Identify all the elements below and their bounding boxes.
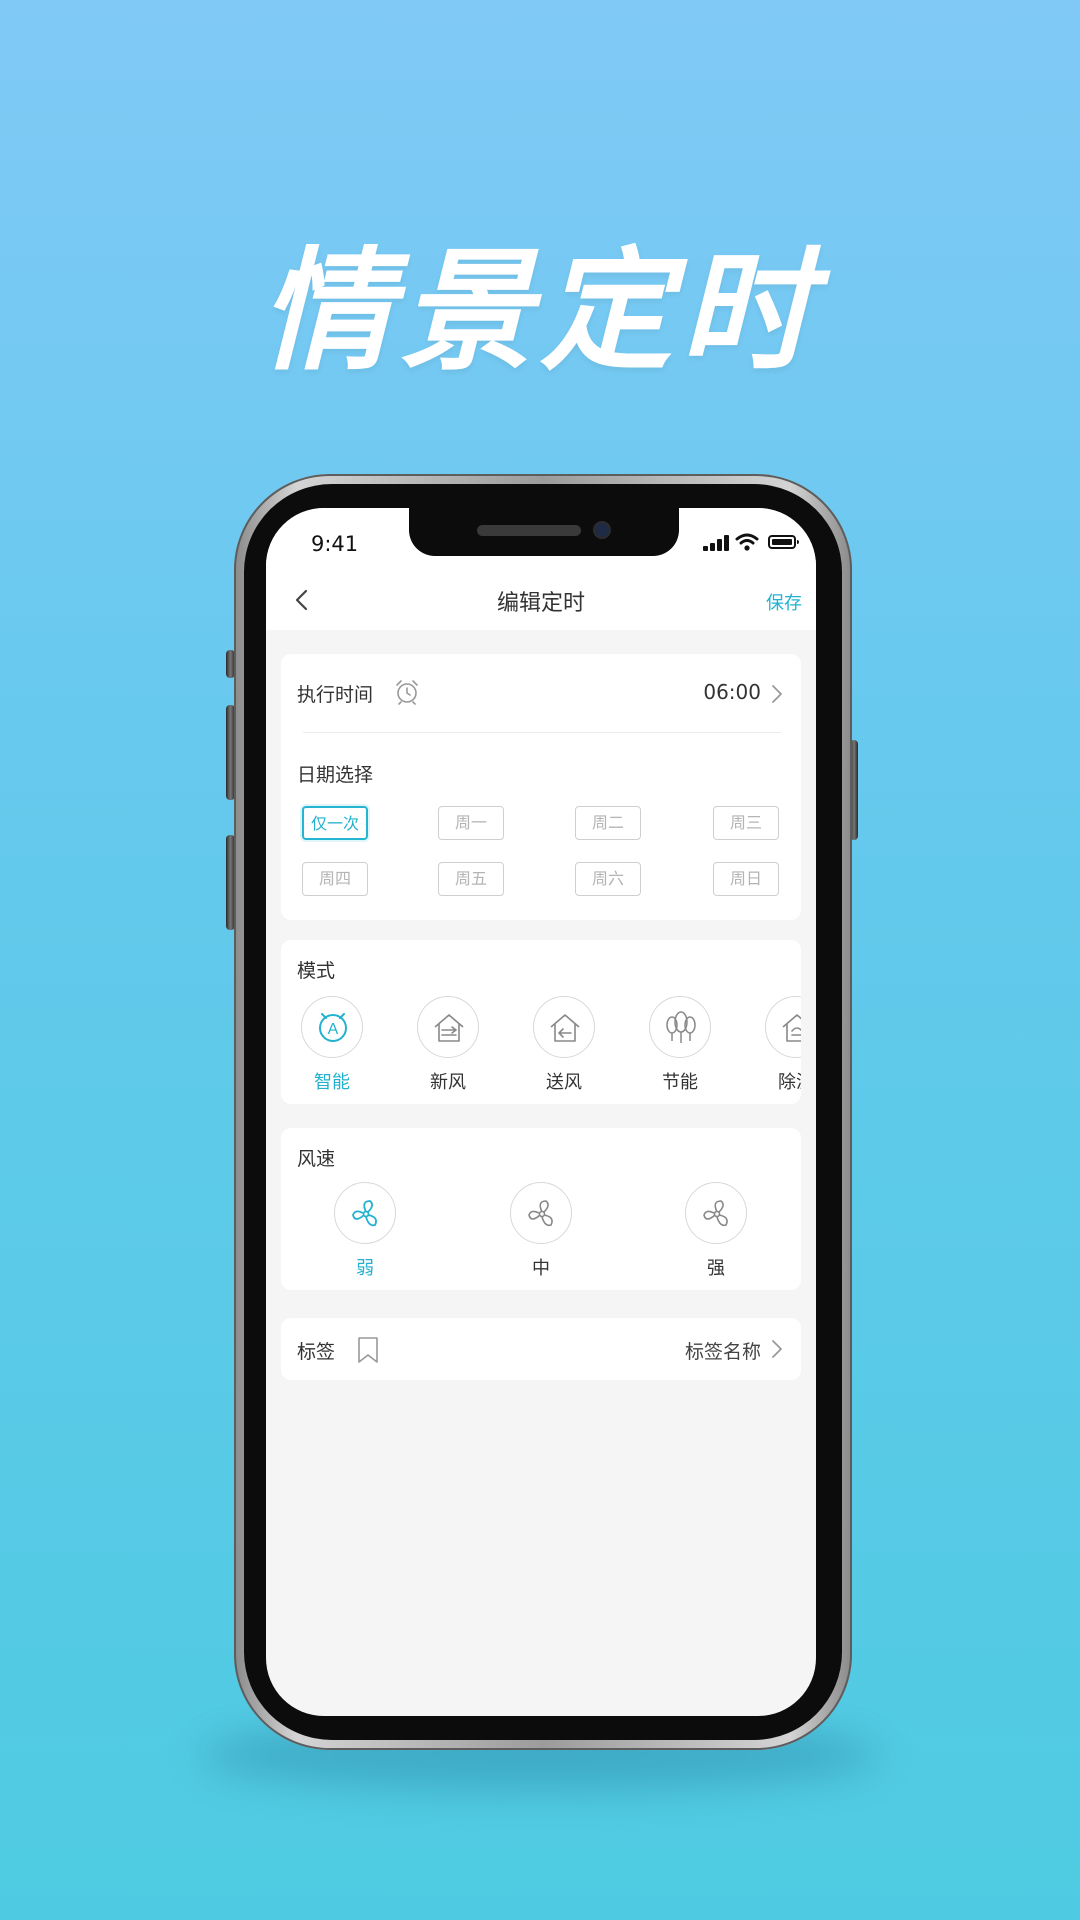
mode-caption: 节能 — [662, 1072, 698, 1093]
wifi-icon — [735, 533, 759, 551]
mode-caption: 智能 — [314, 1072, 350, 1093]
divider — [303, 732, 781, 733]
date-chip-sun[interactable]: 周日 — [713, 862, 779, 896]
fan-speed-card: 风速 弱 中 强 — [281, 1128, 801, 1290]
date-selection-label: 日期选择 — [297, 764, 374, 786]
chevron-right-icon — [772, 1340, 782, 1358]
tag-label: 标签 — [297, 1341, 336, 1363]
date-chip-thu[interactable]: 周四 — [302, 862, 368, 896]
nav-bar: 编辑定时 保存 — [266, 572, 816, 630]
date-chip-tue[interactable]: 周二 — [575, 806, 641, 840]
chevron-right-icon — [772, 685, 782, 703]
air-supply-icon — [533, 996, 595, 1058]
save-button[interactable]: 保存 — [766, 589, 802, 615]
tag-card[interactable]: 标签 标签名称 — [281, 1318, 801, 1380]
page-title: 编辑定时 — [496, 591, 585, 616]
date-chip-fri[interactable]: 周五 — [438, 862, 504, 896]
date-chip-wed[interactable]: 周三 — [713, 806, 779, 840]
fresh-air-icon — [417, 996, 479, 1058]
svg-text:A: A — [328, 1021, 339, 1038]
execution-time-row[interactable]: 执行时间 06:00 — [281, 654, 801, 732]
date-chip-sat[interactable]: 周六 — [575, 862, 641, 896]
notch — [409, 508, 679, 556]
fan-speed-label: 风速 — [297, 1148, 336, 1170]
cellular-signal-icon — [703, 535, 729, 551]
mode-card: 模式 A 智能 新风 送风 节能 除 — [281, 940, 801, 1104]
earpiece-speaker — [477, 525, 581, 536]
fan-icon — [685, 1182, 747, 1244]
mode-caption: 除湿 — [778, 1072, 801, 1093]
bookmark-icon — [358, 1337, 378, 1363]
auto-mode-icon: A — [301, 996, 363, 1058]
mode-label: 模式 — [297, 960, 336, 982]
schedule-card: 执行时间 06:00 日期选择 仅一次 周一 周二 周三 周四 周五 周六 周日 — [281, 654, 801, 920]
mode-caption: 送风 — [546, 1072, 582, 1093]
hero-title: 情景定时 — [260, 235, 820, 389]
dehumidify-icon — [765, 996, 801, 1058]
date-chip-once[interactable]: 仅一次 — [302, 806, 368, 840]
fan-icon — [334, 1182, 396, 1244]
phone-screen: 9:41 编辑定时 保存 执行时间 06:00 日期选择 仅一次 周一 周二 周… — [266, 508, 816, 1716]
date-chip-mon[interactable]: 周一 — [438, 806, 504, 840]
fan-icon — [510, 1182, 572, 1244]
battery-icon — [768, 535, 799, 549]
execution-time-value: 06:00 — [703, 680, 761, 704]
fan-speed-caption: 强 — [707, 1258, 725, 1279]
mode-caption: 新风 — [430, 1072, 466, 1093]
energy-saving-icon — [649, 996, 711, 1058]
tag-value: 标签名称 — [684, 1341, 761, 1363]
status-time: 9:41 — [311, 532, 359, 556]
execution-time-label: 执行时间 — [297, 684, 374, 706]
fan-speed-caption: 弱 — [356, 1258, 374, 1279]
front-camera — [595, 523, 609, 537]
alarm-clock-icon — [396, 680, 418, 705]
fan-speed-caption: 中 — [532, 1258, 550, 1279]
